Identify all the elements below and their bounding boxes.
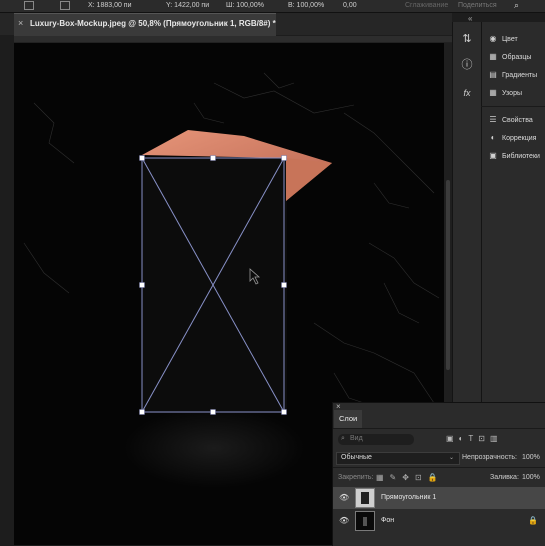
document-tab[interactable]: × Luxury-Box-Mockup.jpeg @ 50,8% (Прямоу…	[14, 13, 276, 36]
layer-name[interactable]: Фон	[381, 517, 394, 524]
y-position-field[interactable]: Y: 1422,00 пи	[166, 0, 209, 11]
panel-divider	[333, 467, 545, 468]
visibility-eye-icon[interactable]: 👁	[339, 516, 349, 525]
gradient-icon: ▤	[489, 70, 497, 79]
search-icon: ⌕	[341, 435, 345, 442]
layer-filter-placeholder: Вид	[350, 435, 363, 442]
panel-divider	[481, 106, 545, 107]
search-icon[interactable]: ⌕	[514, 0, 519, 11]
fx-icon[interactable]: fx	[458, 84, 476, 102]
fill-value[interactable]: 100%	[522, 474, 540, 481]
adjust-icon[interactable]: ⇅	[458, 30, 476, 48]
panel-item-swatches[interactable]: ▦ Образцы	[488, 50, 531, 64]
lock-label: Закрепить:	[338, 474, 374, 481]
angle-field[interactable]: 0,00	[343, 0, 357, 11]
palette-icon: ◉	[489, 34, 497, 43]
panel-divider	[333, 428, 545, 429]
panel-item-adjustments[interactable]: ◐ Коррекция	[488, 131, 537, 145]
properties-icon: ☰	[489, 115, 497, 124]
document-tab-title: Luxury-Box-Mockup.jpeg @ 50,8% (Прямоуго…	[30, 19, 276, 28]
layer-thumbnail	[355, 511, 375, 531]
layer-name[interactable]: Прямоугольник 1	[381, 494, 436, 501]
layer-thumbnail	[355, 488, 375, 508]
smooth-button[interactable]: Сглаживание	[405, 0, 448, 11]
width-field[interactable]: Ш: 100,00%	[226, 0, 264, 11]
share-button[interactable]: Поделиться	[458, 0, 497, 11]
adjustments-icon: ◐	[490, 133, 496, 142]
swatches-icon: ▦	[489, 52, 497, 61]
panel-item-color[interactable]: ◉ Цвет	[488, 32, 518, 46]
patterns-icon: ▦	[489, 88, 497, 97]
layer-filter-icons[interactable]: ▣◐T⊡▥	[446, 434, 503, 443]
panel-item-gradients[interactable]: ▤ Градиенты	[488, 68, 537, 82]
panel-item-properties[interactable]: ☰ Свойства	[488, 113, 532, 127]
blend-mode-select[interactable]: Обычные ⌄	[336, 452, 460, 465]
reference-checkbox[interactable]	[60, 0, 72, 11]
opacity-value[interactable]: 100%	[522, 454, 540, 461]
collapse-panels-icon[interactable]: «	[468, 14, 478, 23]
panel-item-libraries[interactable]: ▣ Библиотеки	[488, 149, 540, 163]
lock-icons[interactable]: ▦✎✥⊡🔒	[376, 473, 444, 482]
lock-icon: 🔒	[528, 516, 538, 525]
info-icon[interactable]: ⓘ	[458, 56, 476, 74]
floor-reflection	[124, 408, 304, 488]
height-field[interactable]: В: 100,00%	[288, 0, 324, 11]
visibility-eye-icon[interactable]: 👁	[339, 493, 349, 502]
box-lid-side	[286, 158, 332, 201]
options-bar: X: 1883,00 пи Y: 1422,00 пи Ш: 100,00% В…	[0, 0, 545, 13]
horizontal-ruler	[14, 36, 452, 43]
reference-point-icon[interactable]	[24, 0, 36, 11]
panel-item-patterns[interactable]: ▦ Узоры	[488, 86, 522, 100]
opacity-label: Непрозрачность:	[462, 454, 517, 461]
chevron-down-icon: ⌄	[449, 455, 455, 461]
libraries-icon: ▣	[489, 151, 497, 160]
close-tab-icon[interactable]: ×	[18, 18, 26, 28]
x-position-field[interactable]: X: 1883,00 пи	[88, 0, 132, 11]
tab-layers[interactable]: Слои	[334, 410, 362, 428]
tool-icon-strip	[452, 22, 481, 402]
fill-label: Заливка:	[490, 474, 519, 481]
scrollbar-thumb[interactable]	[446, 180, 450, 370]
layer-filter-search[interactable]: ⌕ Вид	[338, 434, 414, 445]
